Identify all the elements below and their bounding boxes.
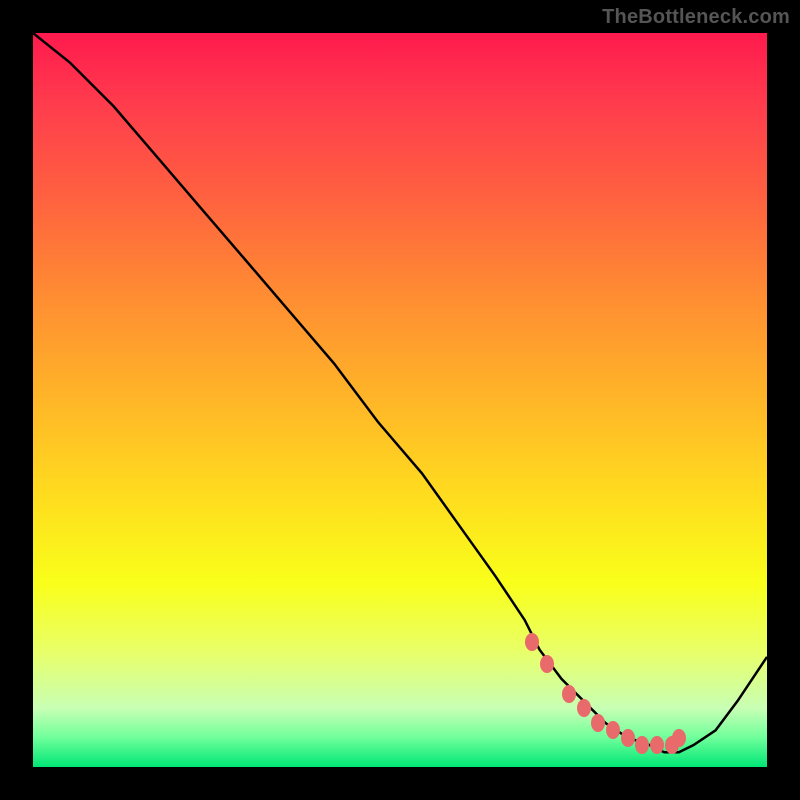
highlight-dot	[540, 655, 554, 673]
curve-svg	[33, 33, 767, 767]
highlight-dot	[650, 736, 664, 754]
highlight-dot	[621, 729, 635, 747]
highlight-dot	[562, 685, 576, 703]
highlight-dot	[635, 736, 649, 754]
chart-plot-area	[33, 33, 767, 767]
highlight-dot	[591, 714, 605, 732]
highlight-dot	[672, 729, 686, 747]
chart-frame: TheBottleneck.com	[0, 0, 800, 800]
bottleneck-curve	[33, 33, 767, 752]
watermark-text: TheBottleneck.com	[602, 6, 790, 29]
highlight-dot	[606, 721, 620, 739]
highlight-dot	[577, 699, 591, 717]
highlight-dot	[525, 633, 539, 651]
